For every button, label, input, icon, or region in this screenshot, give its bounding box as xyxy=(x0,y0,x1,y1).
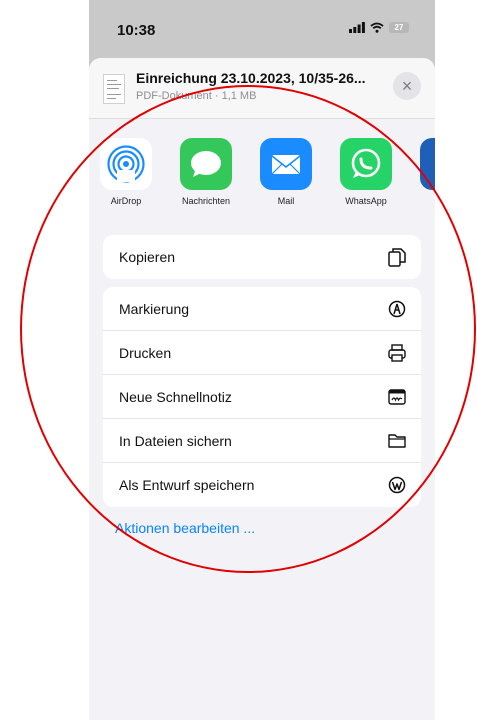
action-label: Markierung xyxy=(119,300,190,317)
app-mail[interactable]: Mail xyxy=(249,138,323,206)
copy-icon xyxy=(387,247,407,267)
quicknote-icon xyxy=(387,387,407,407)
status-icons: 27 xyxy=(349,22,409,33)
app-label: Nachrichten xyxy=(181,196,231,206)
wordpress-icon xyxy=(387,475,407,495)
messages-icon xyxy=(180,138,232,190)
app-partial[interactable]: Gl xyxy=(409,138,435,206)
action-als-entwurf-speichern[interactable]: Als Entwurf speichern xyxy=(103,463,421,507)
app-label: Mail xyxy=(277,196,295,206)
edit-actions-link[interactable]: Aktionen bearbeiten ... xyxy=(115,520,255,536)
markup-icon xyxy=(387,299,407,319)
app-airdrop[interactable]: AirDrop xyxy=(89,138,163,206)
print-icon xyxy=(387,343,407,363)
cellular-signal-icon xyxy=(349,22,365,33)
whatsapp-icon xyxy=(340,138,392,190)
action-label: Drucken xyxy=(119,344,172,361)
action-label: Neue Schnellnotiz xyxy=(119,388,232,405)
app-label: Gl xyxy=(409,196,435,206)
app-label: AirDrop xyxy=(110,196,142,206)
close-icon: × xyxy=(401,75,413,96)
action-label: In Dateien sichern xyxy=(119,432,232,449)
action-label: Als Entwurf speichern xyxy=(119,477,255,493)
folder-icon xyxy=(387,431,407,451)
share-header: Einreichung 23.10.2023, 10/35-26... PDF-… xyxy=(89,58,435,119)
actions-group-secondary: Markierung Drucken Neue Schnellnotiz In … xyxy=(103,287,421,507)
phone-screen: 10:38 27 Einreichung 23.10.2023, 10/35-2… xyxy=(89,0,435,720)
document-thumbnail-icon xyxy=(103,74,125,104)
action-drucken[interactable]: Drucken xyxy=(103,331,421,375)
app-whatsapp[interactable]: WhatsApp xyxy=(329,138,403,206)
share-sheet: Einreichung 23.10.2023, 10/35-26... PDF-… xyxy=(89,58,435,720)
mail-icon xyxy=(260,138,312,190)
battery-icon: 27 xyxy=(389,22,409,33)
close-button[interactable]: × xyxy=(393,72,421,100)
status-time: 10:38 xyxy=(117,22,156,39)
app-label: WhatsApp xyxy=(345,196,387,206)
battery-level: 27 xyxy=(394,23,404,32)
document-title: Einreichung 23.10.2023, 10/35-26... xyxy=(136,70,366,86)
airdrop-icon xyxy=(100,138,152,190)
action-markierung[interactable]: Markierung xyxy=(103,287,421,331)
app-row: AirDrop Nachrichten Mail WhatsApp xyxy=(89,138,435,228)
action-label: Kopieren xyxy=(119,249,176,265)
app-nachrichten[interactable]: Nachrichten xyxy=(169,138,243,206)
action-in-dateien-sichern[interactable]: In Dateien sichern xyxy=(103,419,421,463)
actions-group-primary: Kopieren xyxy=(103,235,421,279)
wifi-icon xyxy=(370,22,384,33)
action-kopieren[interactable]: Kopieren xyxy=(103,235,421,279)
document-subtitle: PDF-Dokument · 1,1 MB xyxy=(136,90,257,102)
action-neue-schnellnotiz[interactable]: Neue Schnellnotiz xyxy=(103,375,421,419)
app-icon xyxy=(420,138,435,190)
status-bar: 10:38 27 xyxy=(89,0,435,58)
